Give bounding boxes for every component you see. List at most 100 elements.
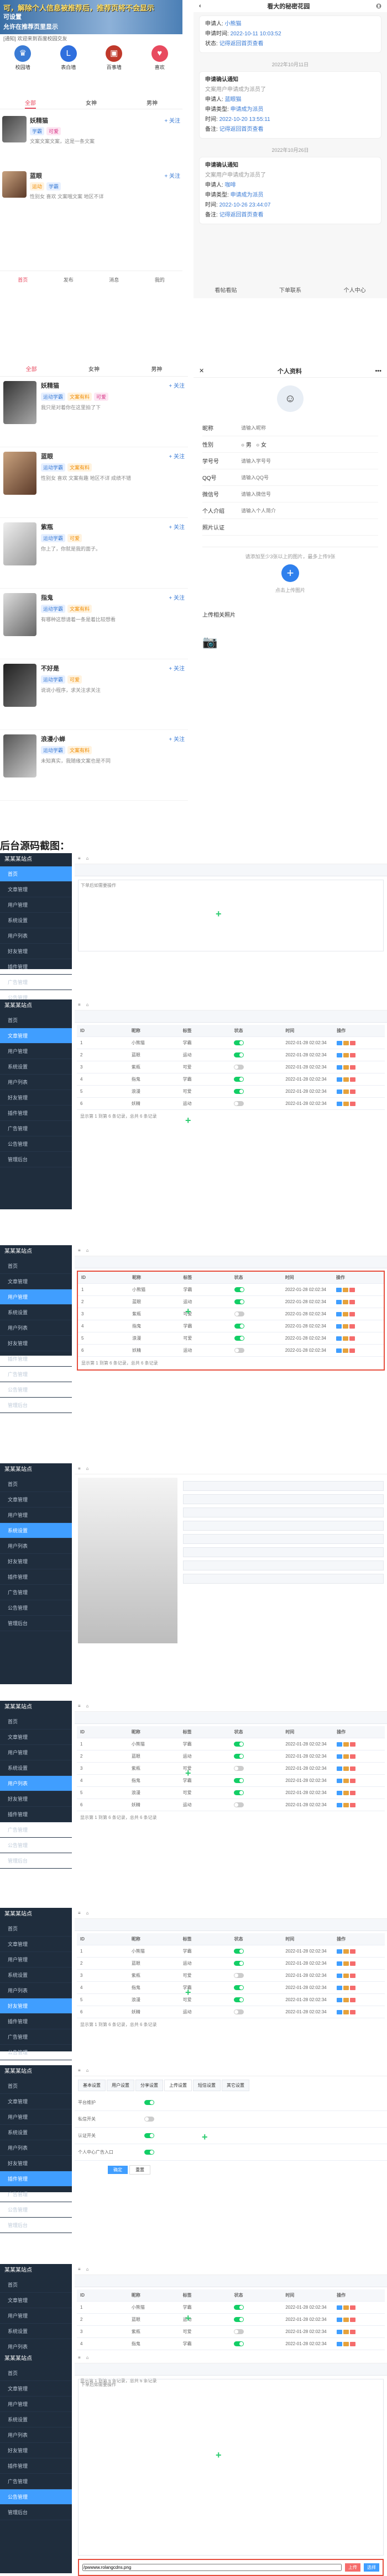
home-icon[interactable]: ⌂	[86, 856, 89, 861]
settings-tab[interactable]: 上传设置	[164, 2080, 192, 2091]
sidebar-item[interactable]: 广告管理	[0, 1367, 72, 1382]
home-icon[interactable]: ⌂	[86, 1466, 89, 1471]
tab-male[interactable]: 男神	[151, 364, 162, 376]
sidebar-item[interactable]: 首页	[0, 1477, 72, 1492]
table-row[interactable]: 3 紫瓶 可爱 2022-01-28 02:02:34	[78, 1308, 384, 1320]
row-actions[interactable]	[333, 1299, 384, 1304]
home-icon[interactable]: ⌂	[86, 2267, 89, 2272]
table-row[interactable]: 3 紫瓶 可爱 2022-01-28 02:02:34	[77, 1970, 385, 1982]
table-row[interactable]: 5浪漫可爱2022-01-28 02:02:34	[77, 1994, 385, 2006]
row-actions[interactable]	[333, 1089, 385, 1094]
sidebar-item[interactable]: 好友管理	[0, 1998, 72, 2014]
home-icon[interactable]: ⌂	[86, 2355, 89, 2360]
sidebar-item[interactable]: 文章管理	[0, 2381, 72, 2397]
sidebar-item[interactable]: 用户管理	[0, 2308, 72, 2324]
sidebar-item[interactable]: 公告管理	[0, 1382, 72, 1398]
row-actions[interactable]	[333, 1336, 384, 1341]
table-row[interactable]: 1 小熊猫 学霸 2022-01-28 02:02:34	[77, 2302, 385, 2314]
sidebar-item[interactable]: 系统设置	[0, 1059, 72, 1075]
row-actions[interactable]	[333, 1778, 385, 1783]
status-toggle[interactable]	[234, 1766, 244, 1771]
sidebar-item[interactable]: 用户管理	[0, 897, 72, 913]
status-toggle[interactable]	[234, 2305, 244, 2310]
post-item[interactable]: 妖精猫 + 关注 运动学霸 文案有料 可爱 我只是对着你在这里拍了下	[0, 377, 188, 447]
row-actions[interactable]	[333, 1287, 384, 1292]
footer-link[interactable]: 看帖看贴	[215, 285, 237, 294]
grid-item-4[interactable]: ♥ 喜欢	[151, 45, 168, 84]
sidebar-item[interactable]: 首页	[0, 1921, 72, 1937]
table-row[interactable]: 3 紫瓶 可爱 2022-01-28 02:02:34	[77, 2326, 385, 2338]
sidebar-item[interactable]: 好友管理	[0, 1791, 72, 1807]
row-actions[interactable]	[333, 2341, 385, 2346]
sidebar-item[interactable]: 首页	[0, 2277, 72, 2293]
sidebar-item[interactable]: 首页	[0, 2366, 72, 2381]
sidebar-item[interactable]: 文章管理	[0, 1274, 72, 1289]
settings-tab[interactable]: 分享设置	[135, 2080, 163, 2091]
row-actions[interactable]	[333, 1997, 385, 2002]
sidebar-item[interactable]: 公告管理	[0, 2045, 72, 2060]
status-toggle[interactable]	[234, 1089, 244, 1094]
profile-field[interactable]	[183, 1574, 384, 1584]
row-actions[interactable]	[333, 1065, 385, 1070]
follow-button[interactable]: + 关注	[169, 734, 185, 743]
form-input[interactable]	[241, 458, 324, 464]
sidebar-item[interactable]: 系统设置	[0, 1760, 72, 1776]
status-toggle[interactable]	[234, 1287, 244, 1293]
sidebar-item[interactable]: 用户管理	[0, 1952, 72, 1967]
tab-female[interactable]: 女神	[86, 98, 97, 109]
sidebar-item[interactable]: 广告管理	[0, 2029, 72, 2045]
sidebar-item[interactable]: 用户管理	[0, 1044, 72, 1059]
sidebar-item[interactable]: 管理后台	[0, 1152, 72, 1167]
sidebar-item[interactable]: 插件管理	[0, 2014, 72, 2029]
sidebar-item[interactable]: 管理后台	[0, 2505, 72, 2520]
sidebar-item[interactable]: 系统设置	[0, 2412, 72, 2427]
sidebar-item[interactable]: 用户管理	[0, 1289, 72, 1305]
status-toggle[interactable]	[234, 1101, 244, 1107]
sidebar-item[interactable]: 用户列表	[0, 928, 72, 944]
status-toggle[interactable]	[234, 1985, 244, 1991]
sidebar-item[interactable]: 文章管理	[0, 1937, 72, 1952]
settings-tab[interactable]: 用户设置	[107, 2080, 134, 2091]
sidebar-item[interactable]: 管理后台	[0, 1853, 72, 1869]
post-item[interactable]: 妖精猫 + 关注 学霸 可爱 文案文案文案，这是一条文案	[2, 116, 180, 171]
sidebar-item[interactable]: 文章管理	[0, 882, 72, 897]
row-actions[interactable]	[333, 1101, 385, 1106]
camera-icon[interactable]: 📷	[202, 635, 224, 652]
sidebar-item[interactable]: 用户列表	[0, 1320, 72, 1336]
status-toggle[interactable]	[234, 1052, 244, 1058]
sidebar-item[interactable]: 公告管理	[0, 2202, 72, 2218]
sidebar-item[interactable]: 广告管理	[0, 1822, 72, 1838]
status-toggle[interactable]	[234, 1311, 244, 1317]
status-toggle[interactable]	[234, 1040, 244, 1046]
status-toggle[interactable]	[234, 1790, 244, 1796]
close-icon[interactable]: ✕	[199, 367, 204, 374]
avatar[interactable]: ☺	[277, 385, 304, 412]
settings-tab[interactable]: 短信设置	[193, 2080, 221, 2091]
status-toggle[interactable]	[234, 2317, 244, 2323]
profile-field[interactable]	[183, 1521, 384, 1531]
row-actions[interactable]	[333, 2329, 385, 2334]
table-row[interactable]: 1 小熊猫 学霸 2022-01-28 02:02:34	[77, 1945, 385, 1958]
table-row[interactable]: 6 妖精 运动 2022-01-28 02:02:34	[77, 1098, 385, 1110]
profile-field[interactable]	[183, 1494, 384, 1504]
table-row[interactable]: 2 蓝眼 运动 2022-01-28 02:02:34	[77, 2314, 385, 2326]
sidebar-item[interactable]: 广告管理	[0, 975, 72, 990]
status-toggle[interactable]	[234, 1742, 244, 1747]
sidebar-item[interactable]: 好友管理	[0, 1554, 72, 1569]
tab-all[interactable]: 全部	[26, 364, 37, 376]
table-row[interactable]: 2 蓝眼 运动 2022-01-28 02:02:34	[77, 1750, 385, 1763]
select-button[interactable]: 选择	[364, 2563, 379, 2572]
sidebar-item[interactable]: 好友管理	[0, 1090, 72, 1105]
sidebar-item[interactable]: 文章管理	[0, 2293, 72, 2308]
gender-female[interactable]: ○ 女	[256, 440, 266, 448]
status-toggle[interactable]	[234, 1299, 244, 1305]
tab-male[interactable]: 男神	[147, 98, 158, 109]
sidebar-item[interactable]: 系统设置	[0, 2125, 72, 2140]
sidebar-item[interactable]: 广告管理	[0, 2474, 72, 2489]
follow-button[interactable]: + 关注	[169, 593, 185, 602]
row-actions[interactable]	[333, 1961, 385, 1966]
profile-field[interactable]	[183, 1534, 384, 1544]
sidebar-item[interactable]: 系统设置	[0, 1305, 72, 1320]
status-toggle[interactable]	[234, 1077, 244, 1082]
user-icon[interactable]: ⚇	[376, 3, 381, 10]
